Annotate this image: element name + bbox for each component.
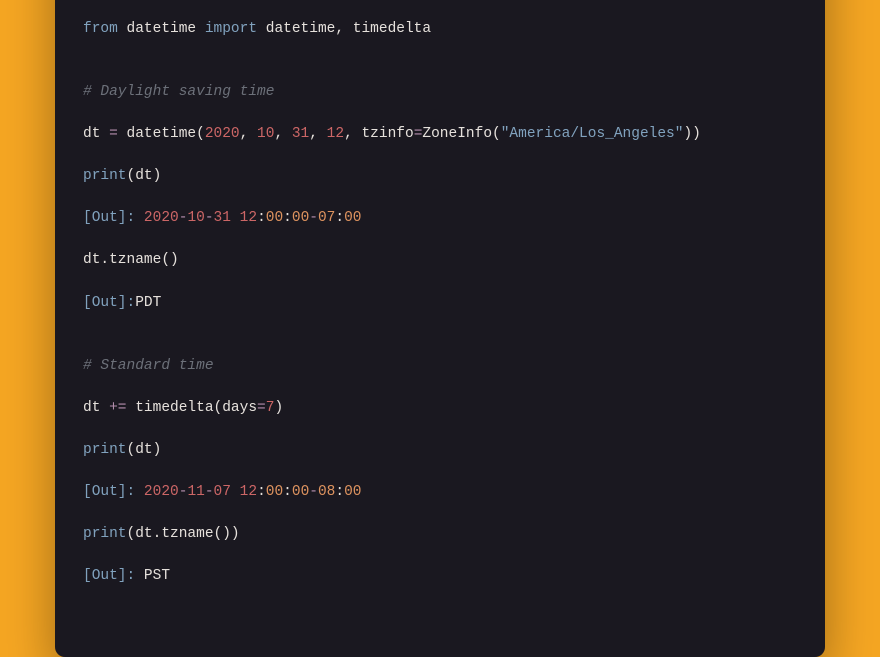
sep: , bbox=[240, 126, 257, 142]
args: (dt) bbox=[127, 442, 162, 458]
dash: - bbox=[309, 210, 318, 226]
time-part: 00 bbox=[292, 484, 309, 500]
space bbox=[231, 210, 240, 226]
output-prefix: [Out]: bbox=[83, 295, 135, 311]
output-prefix: [Out]: bbox=[83, 484, 144, 500]
paren: ) bbox=[274, 400, 283, 416]
date-part: 2020 bbox=[144, 210, 179, 226]
dash: - bbox=[205, 210, 214, 226]
module-name: datetime bbox=[118, 21, 205, 37]
output-line: [Out]:PDT bbox=[83, 293, 797, 314]
output-prefix: [Out]: bbox=[83, 568, 135, 584]
output-value: PDT bbox=[135, 295, 161, 311]
colon: : bbox=[335, 484, 344, 500]
code-line: from datetime import datetime, timedelta bbox=[83, 19, 797, 40]
code-line: dt.tzname() bbox=[83, 250, 797, 271]
output-line: [Out]: PST bbox=[83, 566, 797, 587]
date-part: 2020 bbox=[144, 484, 179, 500]
builtin: print bbox=[83, 442, 127, 458]
number: 10 bbox=[257, 126, 274, 142]
import-target: datetime, timedelta bbox=[257, 21, 431, 37]
dash: - bbox=[205, 484, 214, 500]
code-area: from zoneinfo import ZoneInfo from datet… bbox=[55, 0, 825, 657]
date-part: 07 bbox=[214, 484, 231, 500]
operator: = bbox=[109, 126, 118, 142]
operator: += bbox=[109, 400, 126, 416]
code-line: dt = datetime(2020, 10, 31, 12, tzinfo=Z… bbox=[83, 124, 797, 145]
colon: : bbox=[335, 210, 344, 226]
kwarg: , tzinfo bbox=[344, 126, 414, 142]
builtin: print bbox=[83, 526, 127, 542]
time-part: 00 bbox=[266, 484, 283, 500]
code-line: print(dt) bbox=[83, 166, 797, 187]
comment-line: # Standard time bbox=[83, 356, 797, 377]
call: ZoneInfo( bbox=[422, 126, 500, 142]
args: (dt.tzname()) bbox=[127, 526, 240, 542]
output-value: PST bbox=[135, 568, 170, 584]
number: 31 bbox=[292, 126, 309, 142]
time-part: 12 bbox=[240, 210, 257, 226]
dash: - bbox=[309, 484, 318, 500]
tz-part: 00 bbox=[344, 484, 361, 500]
time-part: 00 bbox=[292, 210, 309, 226]
colon: : bbox=[257, 484, 266, 500]
args: (dt) bbox=[127, 168, 162, 184]
var-name: dt bbox=[83, 400, 109, 416]
date-part: 31 bbox=[214, 210, 231, 226]
string: "America/Los_Angeles" bbox=[501, 126, 684, 142]
sep: , bbox=[274, 126, 291, 142]
number: 12 bbox=[327, 126, 344, 142]
code-line: print(dt) bbox=[83, 440, 797, 461]
keyword-import: import bbox=[205, 21, 257, 37]
date-part: 10 bbox=[187, 210, 204, 226]
comment-line: # Daylight saving time bbox=[83, 82, 797, 103]
tz-part: 00 bbox=[344, 210, 361, 226]
tz-part: 07 bbox=[318, 210, 335, 226]
builtin: print bbox=[83, 168, 127, 184]
time-part: 00 bbox=[266, 210, 283, 226]
date-part: 11 bbox=[187, 484, 204, 500]
paren: )) bbox=[683, 126, 700, 142]
output-line: [Out]: 2020-10-31 12:00:00-07:00 bbox=[83, 208, 797, 229]
code-line: dt += timedelta(days=7) bbox=[83, 398, 797, 419]
output-line: [Out]: 2020-11-07 12:00:00-08:00 bbox=[83, 482, 797, 503]
operator: = bbox=[257, 400, 266, 416]
call: timedelta(days bbox=[127, 400, 258, 416]
colon: : bbox=[283, 484, 292, 500]
call: datetime( bbox=[118, 126, 205, 142]
number: 2020 bbox=[205, 126, 240, 142]
sep: , bbox=[309, 126, 326, 142]
var-name: dt bbox=[83, 126, 109, 142]
colon: : bbox=[283, 210, 292, 226]
terminal-window: from zoneinfo import ZoneInfo from datet… bbox=[55, 0, 825, 657]
output-prefix: [Out]: bbox=[83, 210, 144, 226]
code-line: print(dt.tzname()) bbox=[83, 524, 797, 545]
space bbox=[231, 484, 240, 500]
time-part: 12 bbox=[240, 484, 257, 500]
colon: : bbox=[257, 210, 266, 226]
keyword-from: from bbox=[83, 21, 118, 37]
tz-part: 08 bbox=[318, 484, 335, 500]
